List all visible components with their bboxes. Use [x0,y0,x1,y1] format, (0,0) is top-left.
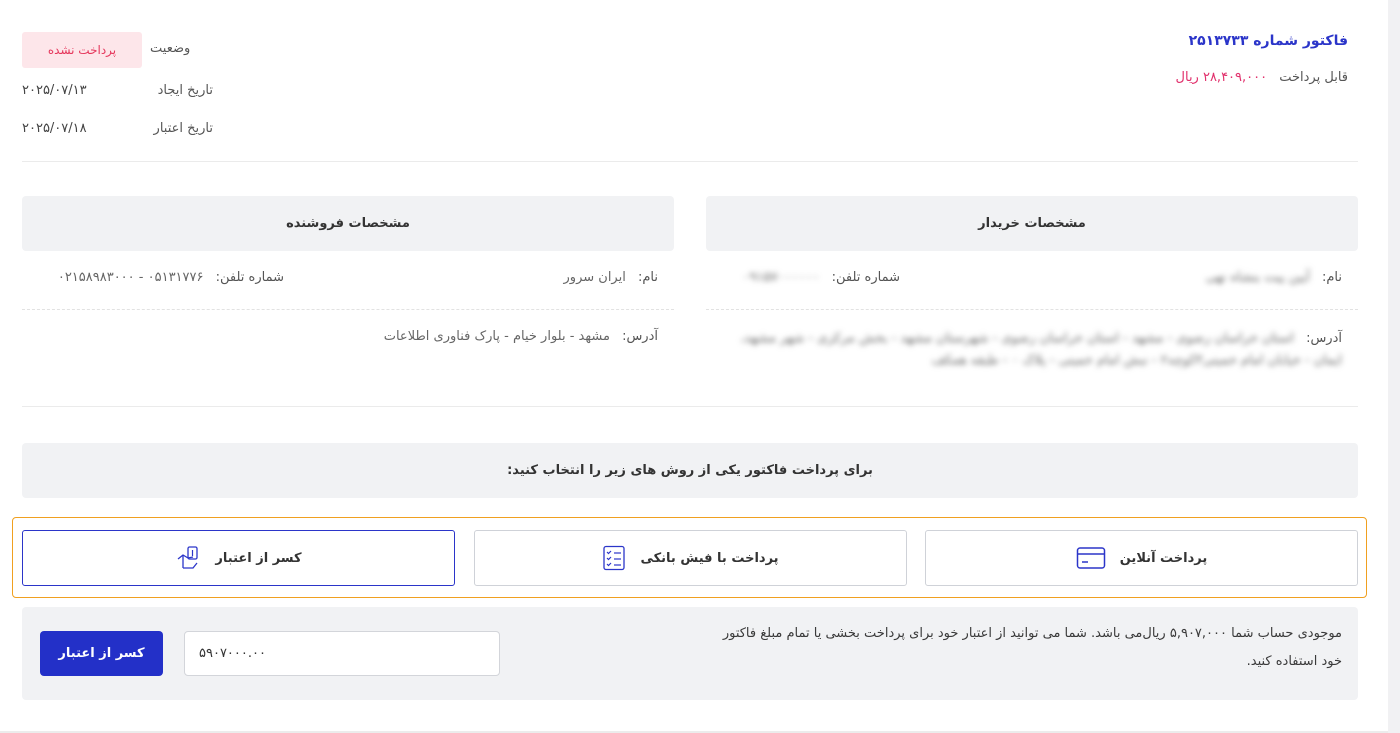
buyer-heading: مشخصات خریدار [706,196,1358,251]
invoice-title: فاکتور شماره ۲۵۱۳۷۳۳ [1188,33,1348,49]
seller-name-label: نام: [637,270,658,285]
buyer-address-label: آدرس: [1306,331,1342,346]
seller-address-value: مشهد - بلوار خیام - پارک فناوری اطلاعات [383,329,610,344]
buyer-phone-row: شماره تلفن: ۰۹۱۵۷۰۰۰۰۰۰ [743,270,900,285]
bank-receipt-button[interactable]: پرداخت با فیش بانکی [474,530,907,586]
seller-phone-row: شماره تلفن: ۰۵۱۳۱۷۷۶ - ۰۲۱۵۸۹۸۳۰۰۰ [58,270,284,285]
seller-heading: مشخصات فروشنده [22,196,674,251]
buyer-divider [706,309,1358,310]
payable-amount: ۲۸,۴۰۹,۰۰۰ ریال [1175,70,1268,85]
buyer-name-row: نام: آیین پیت بنشاه نهی [1206,270,1342,285]
status-badge: پرداخت نشده [22,32,142,68]
bank-receipt-label: پرداخت با فیش بانکی [640,550,779,566]
receipt-checklist-icon [602,545,626,571]
credit-card-icon [1076,546,1106,570]
seller-phone-value: ۰۵۱۳۱۷۷۶ - ۰۲۱۵۸۹۸۳۰۰۰ [57,270,204,285]
credit-amount-input[interactable] [184,631,500,676]
hand-coin-icon [175,545,201,571]
online-payment-button[interactable]: پرداخت آنلاین [925,530,1358,586]
online-payment-label: پرداخت آنلاین [1119,550,1208,566]
credit-deduct-submit-button[interactable]: کسر از اعتبار [40,631,163,676]
invoice-page: فاکتور شماره ۲۵۱۳۷۳۳ قابل پرداخت ۲۸,۴۰۹,… [0,0,1388,733]
seller-address-row: آدرس: مشهد - بلوار خیام - پارک فناوری اط… [384,329,658,344]
created-date-value: ۲۰۲۵/۰۷/۱۳ [22,83,87,98]
status-label: وضعیت [150,41,191,56]
buyer-phone-label: شماره تلفن: [831,270,900,285]
details-divider [22,406,1358,407]
credit-deduct-method-button[interactable]: کسر از اعتبار [22,530,455,586]
buyer-address-row: آدرس: استان خراسان رضوی - مشهد - استان خ… [732,328,1342,372]
buyer-address-value: استان خراسان رضوی - مشهد - استان خراسان … [740,331,1342,368]
seller-address-label: آدرس: [622,329,658,344]
seller-name-row: نام: ایران سرور [564,270,658,285]
expiry-date-value: ۲۰۲۵/۰۷/۱۸ [22,121,87,136]
seller-phone-label: شماره تلفن: [215,270,284,285]
payable-row: قابل پرداخت ۲۸,۴۰۹,۰۰۰ ریال [1176,70,1348,85]
payment-instruction: برای پرداخت فاکتور یکی از روش های زیر را… [22,443,1358,498]
buyer-name-label: نام: [1321,270,1342,285]
seller-name-value: ایران سرور [563,270,626,285]
header-divider [22,161,1358,162]
scrollbar[interactable] [1388,0,1400,733]
created-date-label: تاریخ ایجاد [157,83,213,98]
credit-balance-text: موجودی حساب شما ۵,۹۰۷,۰۰۰ ریال‌می باشد. … [722,626,1342,669]
buyer-name-value: آیین پیت بنشاه نهی [1205,270,1310,285]
seller-divider [22,309,674,310]
payable-label: قابل پرداخت [1279,70,1348,85]
credit-deduct-method-label: کسر از اعتبار [215,550,302,566]
buyer-phone-value: ۰۹۱۵۷۰۰۰۰۰۰ [742,270,820,285]
expiry-date-label: تاریخ اعتبار [153,121,213,136]
